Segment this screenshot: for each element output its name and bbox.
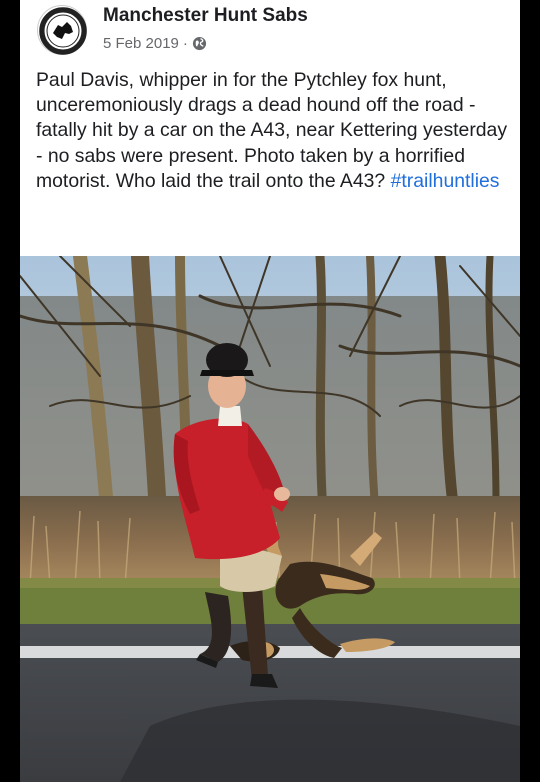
post-header: Manchester Hunt Sabs 5 Feb 2019 ·: [20, 0, 520, 62]
post-date[interactable]: 5 Feb 2019: [103, 35, 179, 52]
hashtag-link[interactable]: #trailhuntlies: [391, 170, 500, 192]
photo-scene: [20, 256, 520, 782]
post-meta: 5 Feb 2019 ·: [103, 35, 207, 52]
page-avatar[interactable]: [37, 5, 87, 55]
hunt-sabs-logo-icon: [39, 7, 87, 55]
post-photo[interactable]: [20, 256, 520, 782]
globe-icon: [192, 36, 207, 51]
facebook-post-card: Manchester Hunt Sabs 5 Feb 2019 · Paul D…: [20, 0, 520, 782]
post-text: Paul Davis, whipper in for the Pytchley …: [36, 68, 514, 194]
meta-separator: ·: [182, 35, 188, 52]
page-name[interactable]: Manchester Hunt Sabs: [103, 5, 308, 27]
